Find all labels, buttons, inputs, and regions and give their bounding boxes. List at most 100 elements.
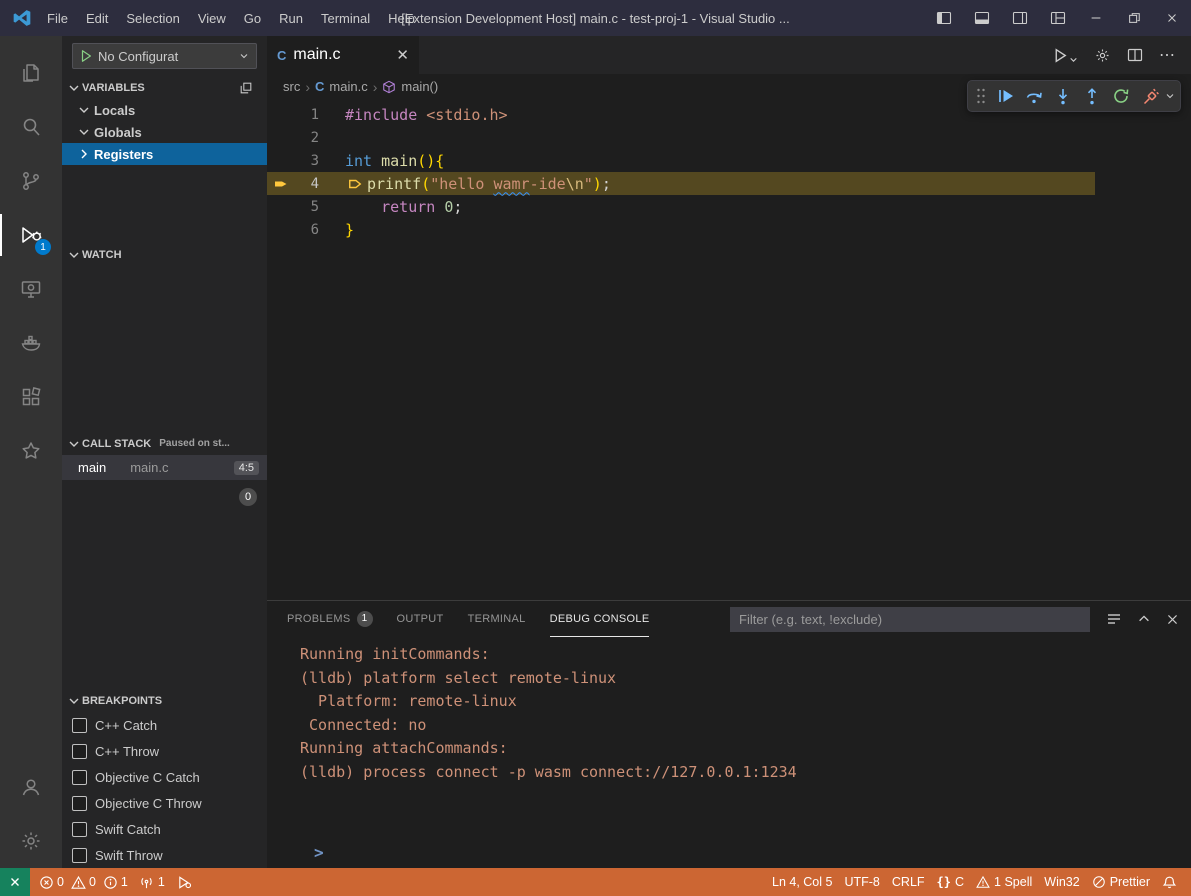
- toggle-sidebar-icon[interactable]: [925, 0, 963, 36]
- variables-item-globals[interactable]: Globals: [62, 121, 267, 143]
- close-panel-icon[interactable]: [1166, 613, 1179, 626]
- encoding-indicator[interactable]: UTF-8: [838, 868, 885, 896]
- breakpoint-item[interactable]: C++ Catch: [62, 712, 267, 738]
- breakpoints-section-header[interactable]: BREAKPOINTS: [62, 689, 267, 712]
- launch-configuration-dropdown[interactable]: No Configurat: [72, 43, 257, 69]
- code-editor[interactable]: 1 #include <stdio.h> 2 3 int main(){ 4 p…: [267, 99, 1191, 600]
- split-editor-icon[interactable]: [1127, 47, 1143, 63]
- continue-button[interactable]: [990, 82, 1019, 110]
- ports-status[interactable]: 1: [133, 868, 171, 896]
- breakpoint-item[interactable]: Objective C Catch: [62, 764, 267, 790]
- remote-indicator[interactable]: [0, 868, 30, 896]
- code-token: ): [593, 175, 602, 193]
- spell-checker-status[interactable]: 1 Spell: [970, 868, 1038, 896]
- code-text[interactable]: }: [319, 221, 354, 239]
- warning-icon: [71, 875, 86, 890]
- breakpoint-item[interactable]: Objective C Throw: [62, 790, 267, 816]
- breadcrumb-symbol[interactable]: main(): [401, 79, 438, 94]
- more-actions-icon[interactable]: ⋯: [1159, 45, 1175, 65]
- gear-icon[interactable]: [1094, 47, 1111, 64]
- breadcrumb-folder[interactable]: src: [283, 79, 300, 94]
- toggle-panel-icon[interactable]: [963, 0, 1001, 36]
- activity-extensions[interactable]: [0, 370, 62, 424]
- step-over-button[interactable]: [1019, 82, 1048, 110]
- problems-label: PROBLEMS: [287, 613, 351, 625]
- debug-console-output[interactable]: Running initCommands: (lldb) platform se…: [267, 637, 1191, 868]
- close-icon[interactable]: [1153, 0, 1191, 36]
- cursor-position[interactable]: Ln 4, Col 5: [766, 868, 838, 896]
- c-file-icon: C: [315, 79, 324, 94]
- code-text[interactable]: return 0;: [319, 198, 462, 216]
- breakpoint-item[interactable]: C++ Throw: [62, 738, 267, 764]
- activity-run-debug[interactable]: 1: [0, 208, 62, 262]
- variables-section-header[interactable]: VARIABLES: [62, 76, 267, 99]
- code-text[interactable]: int main(){: [319, 152, 444, 170]
- checkbox[interactable]: [72, 822, 87, 837]
- activity-search[interactable]: [0, 100, 62, 154]
- breakpoint-item[interactable]: Swift Catch: [62, 816, 267, 842]
- activity-accounts[interactable]: [0, 760, 62, 814]
- tab-output[interactable]: OUTPUT: [397, 601, 444, 637]
- checkbox[interactable]: [72, 848, 87, 863]
- menu-help[interactable]: Help: [379, 6, 424, 31]
- menu-go[interactable]: Go: [235, 6, 270, 31]
- activity-explorer[interactable]: [0, 46, 62, 100]
- menu-file[interactable]: File: [38, 6, 77, 31]
- toggle-secondary-sidebar-icon[interactable]: [1001, 0, 1039, 36]
- debug-status[interactable]: [171, 868, 198, 896]
- breadcrumb-file[interactable]: main.c: [329, 79, 367, 94]
- checkbox[interactable]: [72, 718, 87, 733]
- restore-icon[interactable]: [1115, 0, 1153, 36]
- code-text[interactable]: #include <stdio.h>: [319, 106, 508, 124]
- activity-wamr-ide[interactable]: [0, 424, 62, 478]
- breakpoint-gutter[interactable]: [267, 176, 295, 192]
- tab-problems[interactable]: PROBLEMS 1: [287, 601, 373, 637]
- checkbox[interactable]: [72, 770, 87, 785]
- activity-docker[interactable]: [0, 316, 62, 370]
- drag-grip-icon[interactable]: [972, 86, 990, 106]
- problems-status[interactable]: 0 0 1: [34, 868, 133, 896]
- menu-view[interactable]: View: [189, 6, 235, 31]
- activity-settings[interactable]: [0, 814, 62, 868]
- menu-terminal[interactable]: Terminal: [312, 6, 379, 31]
- formatter-status[interactable]: Prettier: [1086, 868, 1156, 896]
- breakpoint-item[interactable]: Swift Throw: [62, 842, 267, 868]
- checkbox[interactable]: [72, 796, 87, 811]
- tab-debug-console[interactable]: DEBUG CONSOLE: [550, 601, 650, 637]
- variables-item-locals[interactable]: Locals: [62, 99, 267, 121]
- open-panel-icon[interactable]: [239, 81, 253, 95]
- tab-main-c[interactable]: C main.c ✕: [267, 36, 419, 74]
- chevron-down-icon[interactable]: [1164, 90, 1176, 102]
- close-tab-icon[interactable]: ✕: [396, 46, 409, 64]
- activity-source-control[interactable]: [0, 154, 62, 208]
- stack-frame-row[interactable]: main main.c 4:5: [62, 455, 267, 480]
- restart-button[interactable]: [1106, 82, 1135, 110]
- start-debug-icon[interactable]: [79, 49, 93, 63]
- watch-section-header[interactable]: WATCH: [62, 243, 267, 266]
- step-out-button[interactable]: [1077, 82, 1106, 110]
- filter-input[interactable]: [730, 607, 1090, 632]
- minimize-icon[interactable]: [1077, 0, 1115, 36]
- call-stack-section-header[interactable]: CALL STACK Paused on st...: [62, 432, 267, 455]
- step-into-button[interactable]: [1048, 82, 1077, 110]
- eol-indicator[interactable]: CRLF: [886, 868, 931, 896]
- checkbox[interactable]: [72, 744, 87, 759]
- notifications-bell[interactable]: [1156, 868, 1183, 896]
- collapse-lines-icon[interactable]: [1106, 611, 1122, 627]
- terminal-label: TERMINAL: [468, 613, 526, 625]
- variables-item-registers[interactable]: Registers: [62, 143, 267, 165]
- language-mode[interactable]: {} C: [931, 868, 970, 896]
- menu-selection[interactable]: Selection: [117, 6, 188, 31]
- menu-run[interactable]: Run: [270, 6, 312, 31]
- disconnect-button[interactable]: [1135, 82, 1164, 110]
- code-text[interactable]: printf("hello wamr-ide\n");: [319, 175, 611, 193]
- menu-edit[interactable]: Edit: [77, 6, 117, 31]
- console-input-prompt[interactable]: >: [300, 840, 1191, 864]
- platform-indicator[interactable]: Win32: [1038, 868, 1085, 896]
- maximize-panel-icon[interactable]: [1137, 612, 1151, 626]
- code-token-spell-warning: wamr: [493, 175, 529, 193]
- customize-layout-icon[interactable]: [1039, 0, 1077, 36]
- run-file-button[interactable]: [1052, 47, 1078, 64]
- activity-remote-explorer[interactable]: [0, 262, 62, 316]
- tab-terminal[interactable]: TERMINAL: [468, 601, 526, 637]
